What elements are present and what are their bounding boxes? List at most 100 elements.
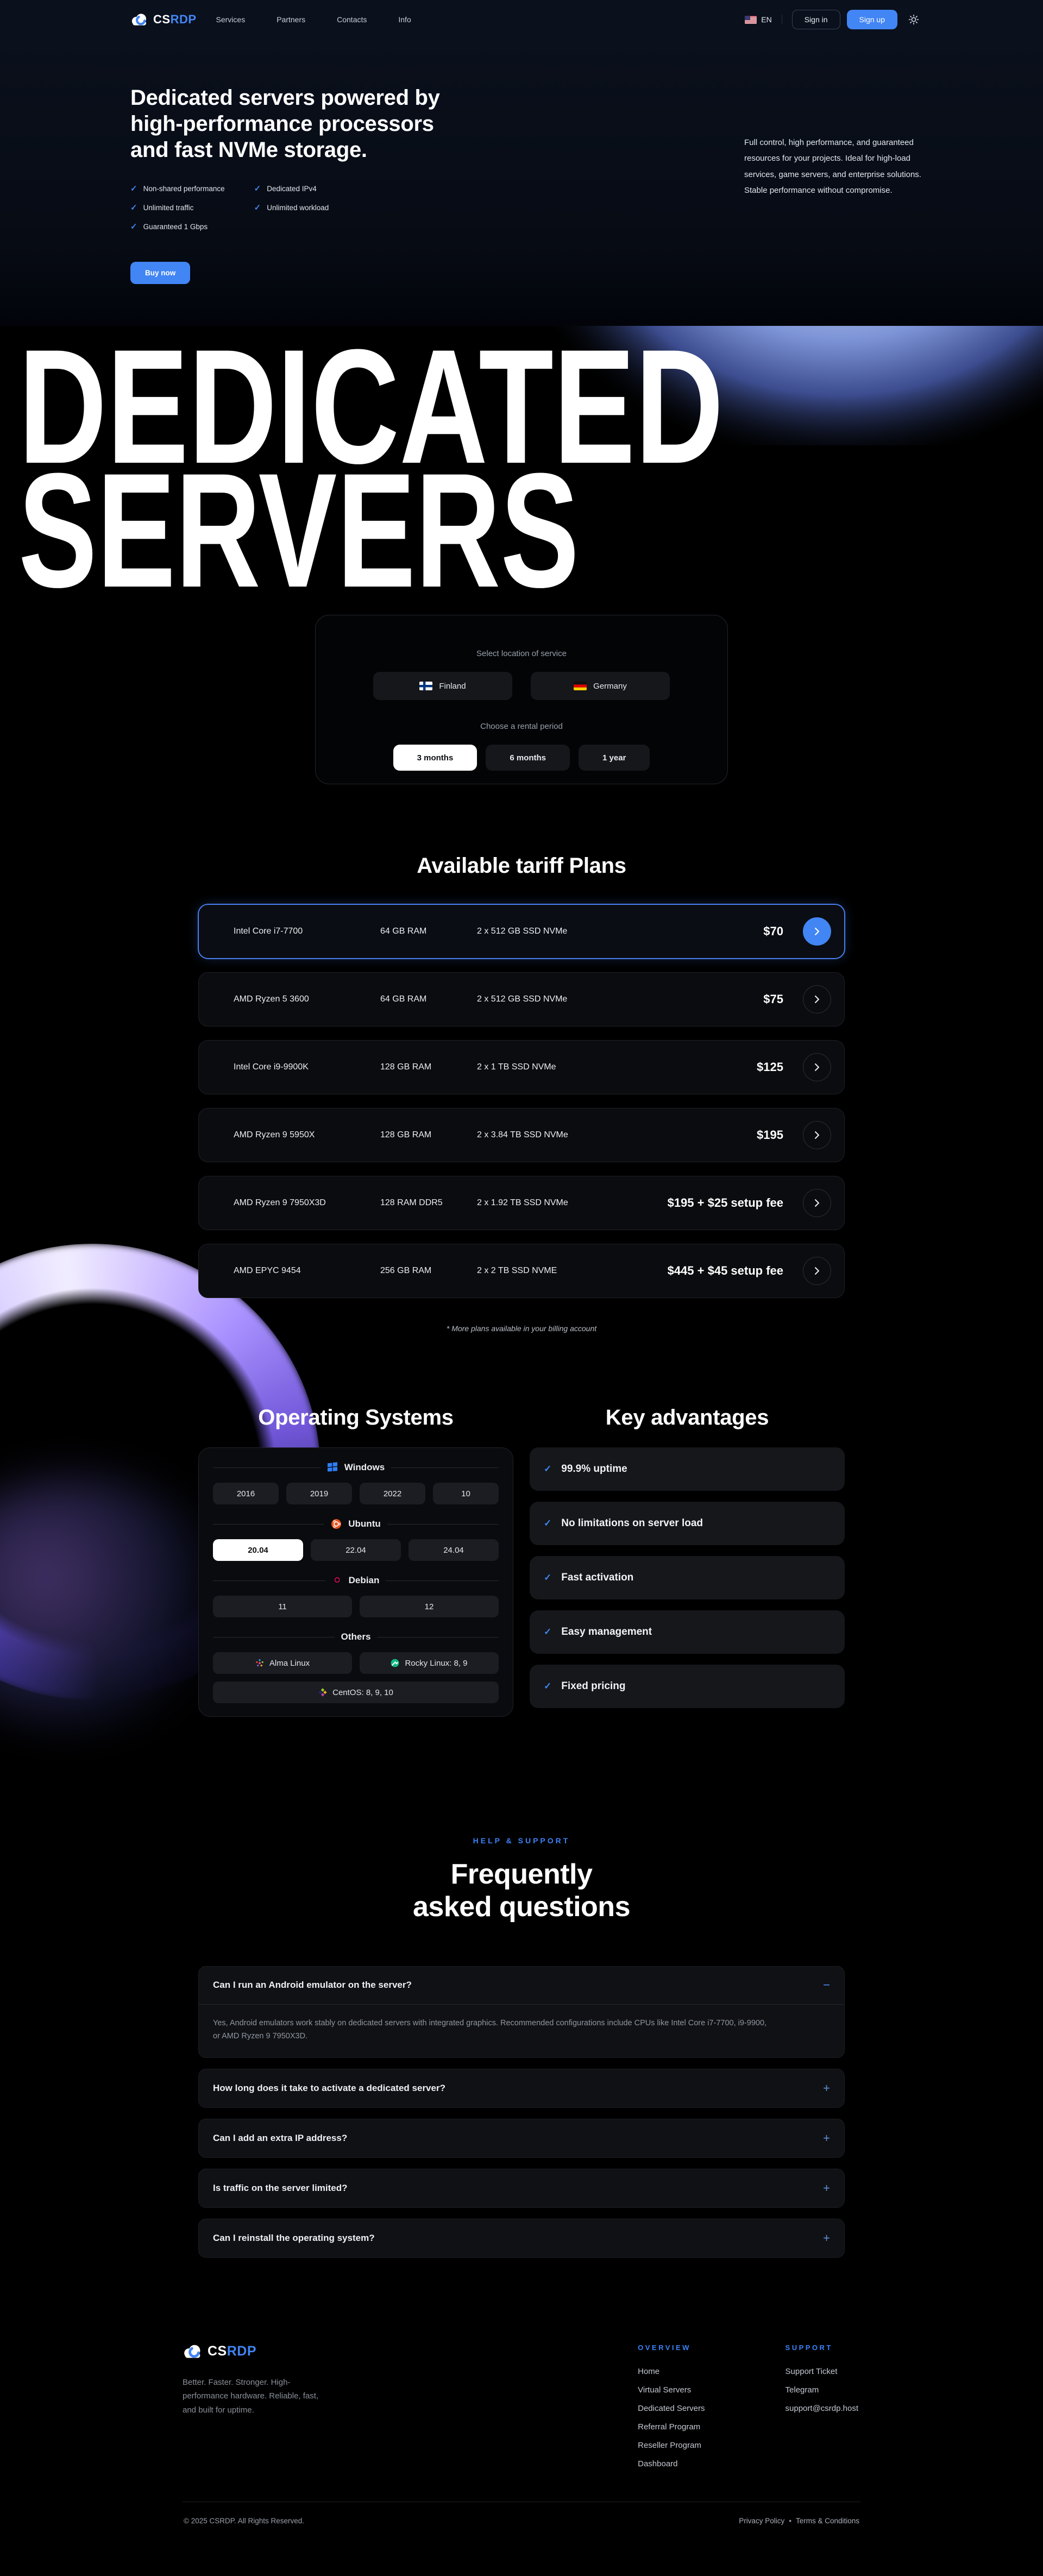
plan-order-button[interactable]: [803, 1121, 831, 1149]
os-debian-12-button[interactable]: 12: [360, 1596, 499, 1617]
period-6-months-button[interactable]: 6 months: [486, 745, 570, 771]
os-ubuntu-2004-button[interactable]: 20.04: [213, 1539, 303, 1561]
plan-price: $70: [763, 924, 783, 939]
chevron-right-icon: [814, 1267, 820, 1275]
chevron-right-icon: [814, 1063, 820, 1071]
advantage-item: ✓99.9% uptime: [530, 1447, 845, 1491]
plan-row-ryzen9-7950x3d[interactable]: AMD Ryzen 9 7950X3D 128 RAM DDR5 2 x 1.9…: [198, 1176, 845, 1230]
cloud-logo-icon: [183, 2344, 203, 2359]
faq-eyebrow: HELP & SUPPORT: [198, 1836, 845, 1845]
mega-title-line2: SERVERS: [18, 439, 579, 597]
buy-now-button[interactable]: Buy now: [130, 262, 190, 284]
footer-link-referral-program[interactable]: Referral Program: [638, 2422, 705, 2432]
footer-link-reseller-program[interactable]: Reseller Program: [638, 2441, 705, 2450]
footer-logo[interactable]: CSRDP: [183, 2344, 389, 2359]
plan-row-ryzen5-3600[interactable]: AMD Ryzen 5 3600 64 GB RAM 2 x 512 GB SS…: [198, 972, 845, 1026]
nav-partners[interactable]: Partners: [277, 15, 305, 24]
os-ubuntu-2204-button[interactable]: 22.04: [311, 1539, 401, 1561]
collapse-minus-icon[interactable]: −: [823, 1979, 830, 1991]
mega-title: DEDICATED SERVERS: [18, 342, 1043, 597]
os-alma-linux-button[interactable]: Alma Linux: [213, 1652, 352, 1674]
footer-link-home[interactable]: Home: [638, 2367, 705, 2376]
os-advantages-section: Operating Systems Windows 2016 2019 2022…: [198, 1406, 845, 1719]
feature-item: ✓Guaranteed 1 Gbps: [130, 222, 225, 231]
footer-link-virtual-servers[interactable]: Virtual Servers: [638, 2385, 705, 2395]
advantage-item: ✓Fast activation: [530, 1556, 845, 1599]
plan-order-button[interactable]: [803, 1053, 831, 1081]
faq-item-android-emulator: Can I run an Android emulator on the ser…: [198, 1966, 845, 2058]
os-windows-2022-button[interactable]: 2022: [360, 1483, 425, 1504]
faq-question[interactable]: Is traffic on the server limited? +: [199, 2169, 844, 2207]
plans-note: * More plans available in your billing a…: [0, 1324, 1043, 1333]
check-icon: ✓: [130, 222, 137, 231]
top-navbar: CSRDP Services Partners Contacts Info EN…: [0, 0, 1043, 39]
period-3-months-button[interactable]: 3 months: [393, 745, 477, 771]
footer-legal-links: Privacy Policy • Terms & Conditions: [739, 2517, 859, 2525]
debian-icon: [332, 1576, 342, 1585]
period-options: 3 months 6 months 1 year: [316, 745, 727, 771]
chevron-right-icon: [814, 1199, 820, 1207]
plan-row-epyc-9454[interactable]: AMD EPYC 9454 256 GB RAM 2 x 2 TB SSD NV…: [198, 1244, 845, 1298]
plan-price: $195: [757, 1128, 783, 1142]
centos-icon: [318, 1688, 327, 1697]
torus-glow-art: [0, 1477, 228, 1727]
logo[interactable]: CSRDP: [130, 12, 197, 27]
faq-answer: Yes, Android emulators work stably on de…: [199, 2005, 786, 2057]
faq-question[interactable]: Can I add an extra IP address? +: [199, 2119, 844, 2157]
os-group-ubuntu: Ubuntu: [213, 1519, 499, 1529]
plan-price: $75: [763, 992, 783, 1006]
plan-row-i7-7700[interactable]: Intel Core i7-7700 64 GB RAM 2 x 512 GB …: [198, 904, 845, 959]
sign-in-button[interactable]: Sign in: [792, 10, 840, 29]
terms-conditions-link[interactable]: Terms & Conditions: [796, 2517, 859, 2525]
footer-link-dashboard[interactable]: Dashboard: [638, 2459, 705, 2468]
plan-order-button[interactable]: [803, 985, 831, 1013]
feature-item: ✓Unlimited traffic: [130, 203, 225, 212]
plan-row-ryzen9-5950x[interactable]: AMD Ryzen 9 5950X 128 GB RAM 2 x 3.84 TB…: [198, 1108, 845, 1162]
check-icon: ✓: [254, 203, 261, 212]
os-centos-button[interactable]: CentOS: 8, 9, 10: [213, 1681, 499, 1703]
nav-services[interactable]: Services: [216, 15, 246, 24]
expand-plus-icon[interactable]: +: [823, 2132, 830, 2144]
expand-plus-icon[interactable]: +: [823, 2082, 830, 2094]
footer-link-dedicated-servers[interactable]: Dedicated Servers: [638, 2404, 705, 2413]
os-windows-2019-button[interactable]: 2019: [286, 1483, 352, 1504]
check-icon: ✓: [130, 203, 137, 212]
plan-row-i9-9900k[interactable]: Intel Core i9-9900K 128 GB RAM 2 x 1 TB …: [198, 1040, 845, 1094]
faq-question[interactable]: How long does it take to activate a dedi…: [199, 2069, 844, 2107]
footer-link-support-ticket[interactable]: Support Ticket: [786, 2367, 858, 2376]
os-windows-2016-button[interactable]: 2016: [213, 1483, 279, 1504]
language-selector[interactable]: EN: [745, 15, 771, 24]
theme-toggle-button[interactable]: [908, 14, 919, 25]
plan-order-button[interactable]: [803, 917, 831, 946]
footer-link-telegram[interactable]: Telegram: [786, 2385, 858, 2395]
plan-order-button[interactable]: [803, 1189, 831, 1217]
ubuntu-versions: 20.04 22.04 24.04: [213, 1539, 499, 1561]
location-germany-button[interactable]: Germany: [531, 672, 670, 700]
nav-contacts[interactable]: Contacts: [337, 15, 367, 24]
faq-question[interactable]: Can I run an Android emulator on the ser…: [199, 1967, 844, 2005]
privacy-policy-link[interactable]: Privacy Policy: [739, 2517, 784, 2525]
check-icon: ✓: [544, 1681, 551, 1692]
os-card: Windows 2016 2019 2022 10 Ubuntu: [198, 1447, 513, 1717]
footer: CSRDP Better. Faster. Stronger. High-per…: [183, 2310, 860, 2525]
footer-link-support-email[interactable]: support@csrdp.host: [786, 2404, 858, 2413]
logo-text: CSRDP: [153, 12, 197, 27]
os-ubuntu-2404-button[interactable]: 24.04: [409, 1539, 499, 1561]
expand-plus-icon[interactable]: +: [823, 2232, 830, 2244]
footer-brand: CSRDP Better. Faster. Stronger. High-per…: [183, 2344, 389, 2478]
expand-plus-icon[interactable]: +: [823, 2182, 830, 2194]
os-rocky-linux-button[interactable]: Rocky Linux: 8, 9: [360, 1652, 499, 1674]
support-heading: SUPPORT: [786, 2344, 858, 2352]
feature-item: ✓Non-shared performance: [130, 184, 225, 193]
period-1-year-button[interactable]: 1 year: [579, 745, 650, 771]
os-title: Operating Systems: [198, 1406, 513, 1430]
hero-description: Full control, high performance, and guar…: [744, 135, 927, 198]
plan-order-button[interactable]: [803, 1257, 831, 1285]
location-finland-button[interactable]: Finland: [373, 672, 512, 700]
sign-up-button[interactable]: Sign up: [847, 10, 897, 29]
nav-info[interactable]: Info: [398, 15, 411, 24]
os-windows-10-button[interactable]: 10: [433, 1483, 499, 1504]
os-debian-11-button[interactable]: 11: [213, 1596, 352, 1617]
finland-flag-icon: [419, 682, 432, 690]
faq-question[interactable]: Can I reinstall the operating system? +: [199, 2219, 844, 2257]
